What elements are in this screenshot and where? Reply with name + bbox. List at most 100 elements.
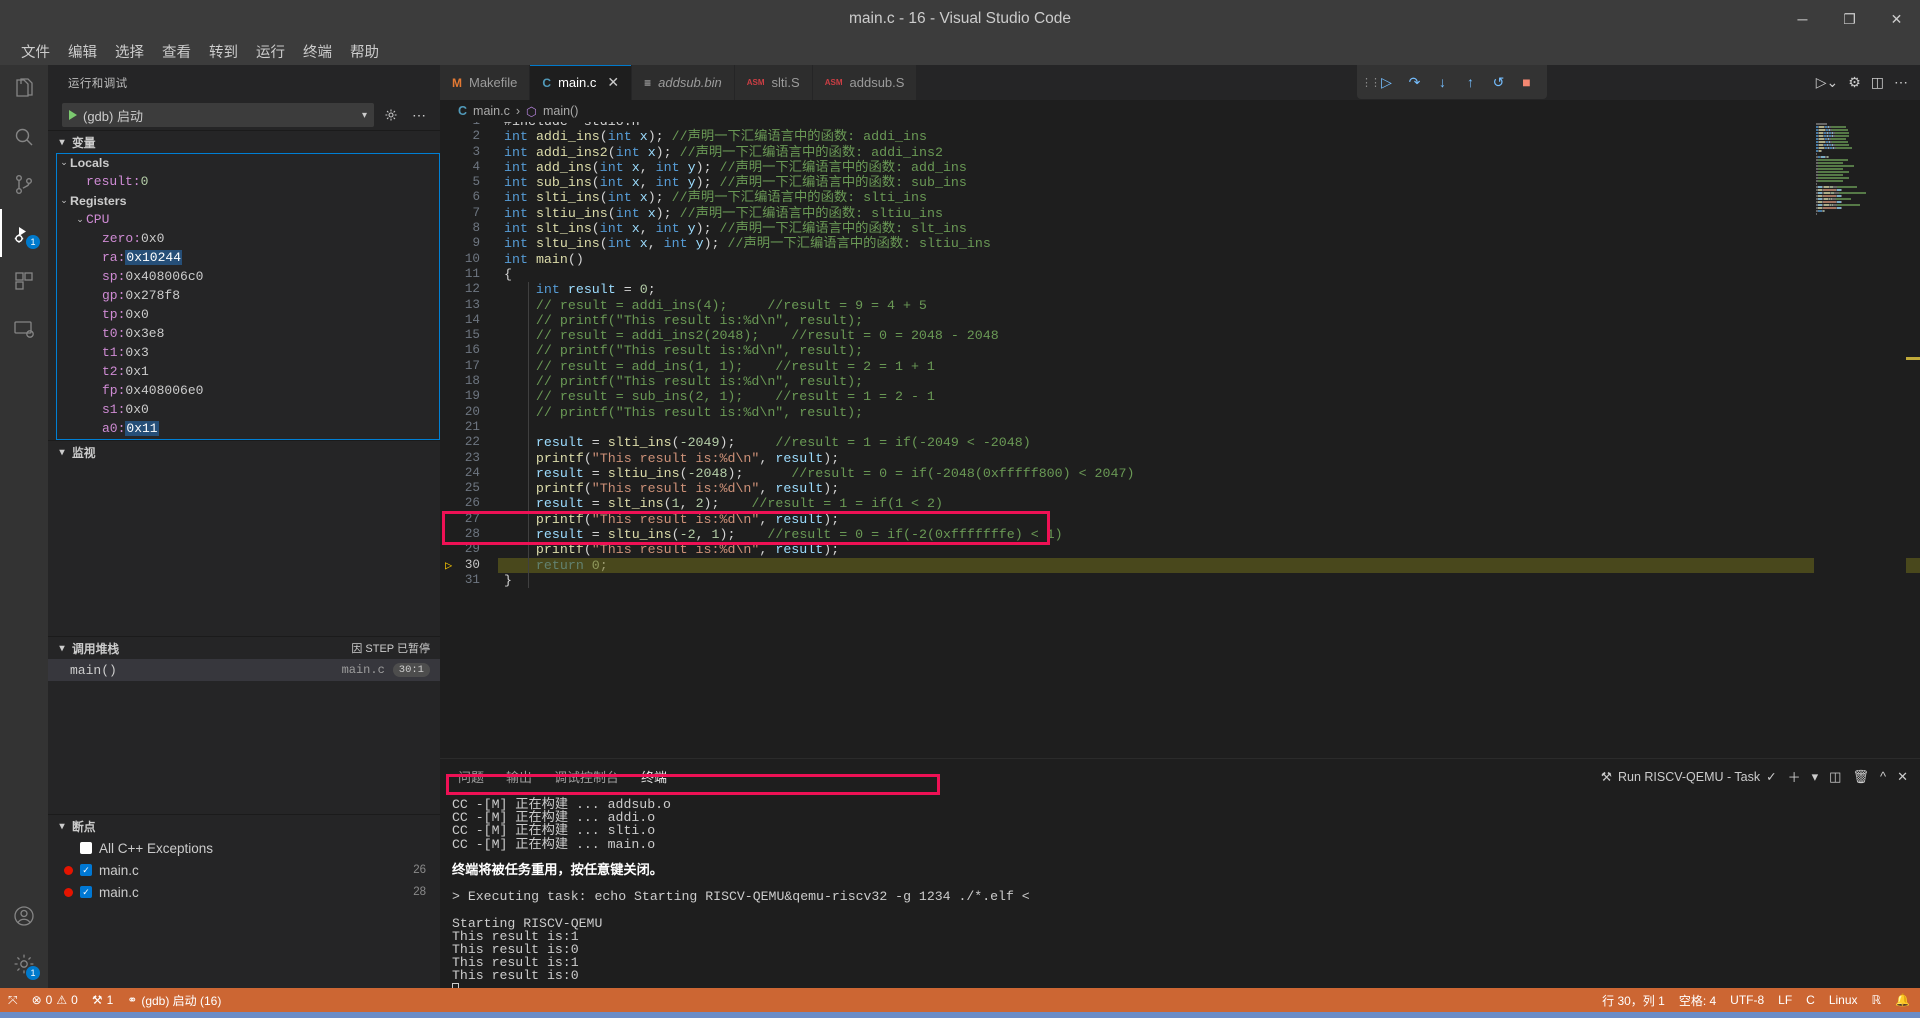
breakpoints-header[interactable]: ▾ 断点 — [48, 815, 440, 837]
status-encoding[interactable]: UTF-8 — [1730, 993, 1764, 1007]
activity-explorer[interactable] — [0, 65, 48, 113]
code-line[interactable]: 12 int result = 0; — [440, 282, 1920, 297]
code-line[interactable]: 20 // printf("This result is:%d\n", resu… — [440, 405, 1920, 420]
variable-row[interactable]: t1: 0x3 — [48, 343, 440, 362]
callstack-frame-row[interactable]: main() main.c 30:1 — [48, 659, 440, 681]
remote-indicator[interactable]: ⤧ — [8, 993, 18, 1008]
code-line[interactable]: 22 result = slti_ins(-2049); //result = … — [440, 435, 1920, 450]
close-button[interactable]: ✕ — [1873, 0, 1920, 38]
variable-row[interactable]: sp: 0x408006c0 — [48, 267, 440, 286]
code-line[interactable]: 7int sltiu_ins(int x); //声明一下汇编语言中的函数: s… — [440, 206, 1920, 221]
breakpoint-row[interactable]: ✓main.c28 — [48, 881, 440, 903]
maximize-panel-icon[interactable]: ^ — [1880, 769, 1886, 784]
breakpoint-checkbox[interactable]: ✓ — [80, 886, 92, 898]
variable-row[interactable]: ⌄Registers — [48, 191, 440, 210]
run-file-icon[interactable]: ▷⌄ — [1816, 74, 1839, 91]
status-indentation[interactable]: 空格: 4 — [1679, 992, 1716, 1009]
breakpoint-row[interactable]: ✓main.c26 — [48, 859, 440, 881]
code-line[interactable]: 5int sub_ins(int x, int y); //声明一下汇编语言中的… — [440, 175, 1920, 190]
code-line[interactable]: 2int addi_ins(int x); //声明一下汇编语言中的函数: ad… — [440, 129, 1920, 144]
code-line[interactable]: 10int main() — [440, 252, 1920, 267]
variable-row[interactable]: s1: 0x0 — [48, 400, 440, 419]
minimize-button[interactable]: ─ — [1779, 0, 1826, 38]
editor-tab[interactable]: ASMslti.S — [735, 65, 813, 100]
chevron-down-icon[interactable]: ⌄ — [74, 214, 86, 225]
menu-terminal[interactable]: 终端 — [294, 38, 341, 65]
more-actions-icon[interactable]: ⋯ — [1894, 74, 1908, 91]
code-line[interactable]: 3int addi_ins2(int x); //声明一下汇编语言中的函数: a… — [440, 145, 1920, 160]
breakpoint-checkbox[interactable] — [80, 842, 92, 854]
code-line[interactable]: 29 printf("This result is:%d\n", result)… — [440, 542, 1920, 557]
split-terminal-icon[interactable]: ◫ — [1829, 769, 1841, 785]
panel-tab-output[interactable]: 输出 — [506, 759, 532, 794]
variable-row[interactable]: ⌄Locals — [48, 153, 440, 172]
code-line[interactable]: 26 result = slt_ins(1, 2); //result = 1 … — [440, 496, 1920, 511]
launch-config-select[interactable]: (gdb) 启动 ▾ — [62, 103, 374, 127]
breadcrumb-file[interactable]: main.c — [473, 104, 510, 118]
step-over-button[interactable]: ↷ — [1402, 70, 1427, 95]
restart-button[interactable]: ↺ — [1486, 70, 1511, 95]
split-editor-icon[interactable]: ◫ — [1871, 74, 1884, 91]
code-line[interactable]: 24 result = sltiu_ins(-2048); //result =… — [440, 466, 1920, 481]
variable-row[interactable]: tp: 0x0 — [48, 305, 440, 324]
status-problems[interactable]: ⊗ 0 ⚠ 0 — [32, 993, 78, 1007]
status-cursor-position[interactable]: 行 30，列 1 — [1602, 992, 1665, 1009]
status-language-mode[interactable]: C — [1806, 993, 1815, 1007]
watch-header[interactable]: ▾ 监视 — [48, 441, 440, 463]
status-debug-session[interactable]: ⚭ (gdb) 启动 (16) — [127, 992, 221, 1009]
status-platform[interactable]: Linux — [1829, 993, 1858, 1007]
code-line[interactable]: 8int slt_ins(int x, int y); //声明一下汇编语言中的… — [440, 221, 1920, 236]
variable-row[interactable]: fp: 0x408006e0 — [48, 381, 440, 400]
chevron-down-icon[interactable]: ⌄ — [58, 157, 70, 168]
breadcrumb[interactable]: C main.c › ⬡ main() — [440, 100, 1920, 122]
debug-settings-button[interactable] — [380, 104, 402, 126]
code-line[interactable]: 31} — [440, 573, 1920, 588]
code-line[interactable]: 18 // printf("This result is:%d\n", resu… — [440, 374, 1920, 389]
activity-source-control[interactable] — [0, 161, 48, 209]
variable-row[interactable]: t0: 0x3e8 — [48, 324, 440, 343]
code-line[interactable]: 23 printf("This result is:%d\n", result)… — [440, 451, 1920, 466]
code-line[interactable]: 28 result = sltu_ins(-2, 1); //result = … — [440, 527, 1920, 542]
breakpoints-list[interactable]: All C++ Exceptions✓main.c26✓main.c28 — [48, 837, 440, 903]
activity-extensions[interactable] — [0, 257, 48, 305]
activity-run-and-debug[interactable]: 1 — [0, 209, 48, 257]
editor-tab[interactable]: Cmain.c✕ — [530, 65, 632, 100]
menu-edit[interactable]: 编辑 — [59, 38, 106, 65]
code-line[interactable]: 16 // printf("This result is:%d\n", resu… — [440, 343, 1920, 358]
editor-tab[interactable]: ≡addsub.bin — [632, 65, 735, 100]
continue-button[interactable]: ▷ — [1374, 70, 1399, 95]
code-line[interactable]: 13 // result = addi_ins(4); //result = 9… — [440, 298, 1920, 313]
step-out-button[interactable]: ↑ — [1458, 70, 1483, 95]
new-terminal-icon[interactable]: ＋ — [1788, 767, 1801, 786]
variable-row[interactable]: ⌄CPU — [48, 210, 440, 229]
code-line[interactable]: 17 // result = add_ins(1, 1); //result =… — [440, 359, 1920, 374]
code-line[interactable]: 6int slti_ins(int x); //声明一下汇编语言中的函数: sl… — [440, 190, 1920, 205]
variable-row[interactable]: a0: 0x11 — [48, 419, 440, 438]
stop-button[interactable]: ■ — [1514, 70, 1539, 95]
menu-run[interactable]: 运行 — [247, 38, 294, 65]
variable-row[interactable]: t2: 0x1 — [48, 362, 440, 381]
activity-accounts[interactable] — [0, 892, 48, 940]
bell-icon[interactable]: 🔔 — [1895, 993, 1910, 1007]
drag-handle-icon[interactable]: ⋮⋮ — [1361, 76, 1371, 89]
code-line[interactable]: 9int sltu_ins(int x, int y); //声明一下汇编语言中… — [440, 236, 1920, 251]
code-line[interactable]: 21 — [440, 420, 1920, 435]
variable-row[interactable]: result: 0 — [48, 172, 440, 191]
callstack-header[interactable]: ▾ 调用堆栈 因 STEP 已暂停 — [48, 637, 440, 659]
variables-header[interactable]: ▾ 变量 — [48, 131, 440, 153]
variable-row[interactable]: ra: 0x10244 — [48, 248, 440, 267]
code-line[interactable]: 30▷ return 0; — [440, 558, 1920, 573]
code-line[interactable]: 19 // result = sub_ins(2, 1); //result =… — [440, 389, 1920, 404]
code-line[interactable]: 4int add_ins(int x, int y); //声明一下汇编语言中的… — [440, 160, 1920, 175]
chevron-down-icon[interactable]: ⌄ — [58, 195, 70, 206]
editor-tab[interactable]: ASMaddsub.S — [813, 65, 918, 100]
maximize-button[interactable]: ❐ — [1826, 0, 1873, 38]
variable-row[interactable]: gp: 0x278f8 — [48, 286, 440, 305]
close-icon[interactable]: ✕ — [607, 74, 619, 91]
terminal-output[interactable]: CC -[M] 正在构建 ... addsub.oCC -[M] 正在构建 ..… — [440, 794, 1920, 988]
status-eol[interactable]: LF — [1778, 993, 1792, 1007]
gear-icon[interactable]: ⚙ — [1848, 74, 1861, 91]
panel-tab-debug-console[interactable]: 调试控制台 — [554, 759, 619, 794]
breadcrumb-symbol[interactable]: main() — [543, 104, 578, 118]
code-editor[interactable]: 1#include "stdio.h"2int addi_ins(int x);… — [440, 122, 1920, 758]
